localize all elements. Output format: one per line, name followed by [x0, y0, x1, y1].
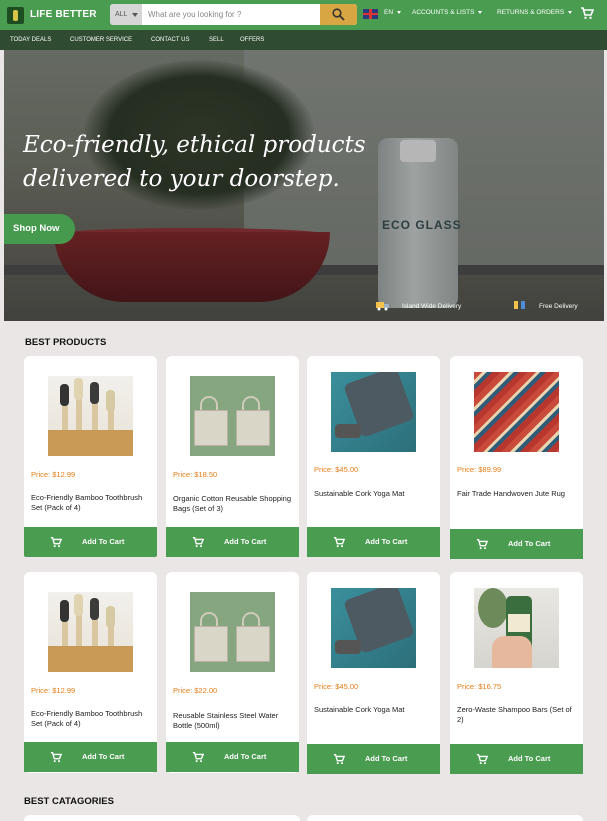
add-to-cart-label: Add To Cart [82, 752, 125, 761]
product-name[interactable]: Eco-Friendly Bamboo Toothbrush Set (Pack… [31, 709, 149, 729]
cart-icon [333, 537, 345, 548]
cart-icon[interactable] [580, 6, 594, 20]
top-header: LIFE BETTER ALL EN ACCOUNTS & LISTS RETU… [0, 0, 607, 30]
search-bar: ALL [110, 4, 357, 25]
brand-name[interactable]: LIFE BETTER [30, 9, 97, 20]
best-categories-title: BEST CATAGORIES [24, 796, 114, 807]
chevron-down-icon [397, 10, 402, 14]
product-card[interactable]: Price: $89.99 Fair Trade Handwoven Jute … [450, 356, 583, 559]
cart-icon [192, 537, 204, 548]
product-price: Price: $18.50 [173, 470, 218, 479]
cart-icon [192, 752, 204, 763]
add-to-cart-label: Add To Cart [82, 537, 125, 546]
language-label: EN [384, 9, 394, 16]
cart-icon [333, 754, 345, 765]
accounts-label: ACCOUNTS & LISTS [412, 9, 475, 16]
add-to-cart-label: Add To Cart [508, 754, 551, 763]
returns-label: RETURNS & ORDERS [497, 9, 565, 16]
yoga-mat-image [331, 588, 416, 668]
brand-logo[interactable] [7, 7, 24, 24]
add-to-cart-label: Add To Cart [224, 537, 267, 546]
search-category-select[interactable]: ALL [110, 4, 142, 25]
bamboo-toothbrushes-image [48, 376, 133, 456]
cart-icon [476, 754, 488, 765]
feature-free-delivery: Free Delivery [539, 303, 578, 310]
product-name[interactable]: Zero-Waste Shampoo Bars (Set of 2) [457, 705, 575, 725]
product-price: Price: $12.99 [31, 470, 76, 479]
flag-icon[interactable] [363, 9, 378, 19]
product-card[interactable]: Price: $22.00 Reusable Stainless Steel W… [166, 572, 299, 773]
shop-now-button[interactable]: Shop Now [4, 214, 75, 244]
product-name[interactable]: Eco-Friendly Bamboo Toothbrush Set (Pack… [31, 493, 149, 513]
product-card[interactable]: Price: $16.75 Zero-Waste Shampoo Bars (S… [450, 572, 583, 774]
search-icon [332, 8, 345, 21]
yoga-mat-image [331, 372, 416, 452]
hero-headline-line1: Eco-friendly, ethical products [23, 132, 366, 158]
delivery-truck-icon [376, 302, 389, 311]
add-to-cart-button[interactable]: Add To Cart [307, 527, 440, 557]
product-name[interactable]: Sustainable Cork Yoga Mat [314, 489, 432, 499]
product-price: Price: $89.99 [457, 465, 502, 474]
best-products-title: BEST PRODUCTS [25, 337, 107, 348]
product-card[interactable]: Price: $45.00 Sustainable Cork Yoga Mat … [307, 572, 440, 774]
product-price: Price: $22.00 [173, 686, 218, 695]
add-to-cart-label: Add To Cart [365, 754, 408, 763]
product-card[interactable]: Price: $45.00 Sustainable Cork Yoga Mat … [307, 356, 440, 557]
chevron-down-icon [568, 10, 573, 14]
add-to-cart-button[interactable]: Add To Cart [450, 744, 583, 774]
cart-icon [476, 539, 488, 550]
nav-offers[interactable]: OFFERS [240, 37, 264, 43]
secondary-nav: TODAY DEALS CUSTOMER SERVICE CONTACT US … [0, 30, 607, 50]
cart-icon [50, 752, 62, 763]
product-name[interactable]: Organic Cotton Reusable Shopping Bags (S… [173, 494, 291, 514]
product-name[interactable]: Reusable Stainless Steel Water Bottle (5… [173, 711, 291, 731]
nav-sell[interactable]: SELL [209, 37, 224, 43]
add-to-cart-button[interactable]: Add To Cart [166, 527, 299, 557]
product-price: Price: $45.00 [314, 682, 359, 691]
jute-rug-image [474, 372, 559, 452]
language-select[interactable]: EN [384, 9, 402, 16]
category-card[interactable] [24, 815, 300, 821]
add-to-cart-button[interactable]: Add To Cart [450, 529, 583, 559]
free-delivery-icon [514, 301, 525, 309]
search-input[interactable] [144, 4, 320, 25]
nav-customer-service[interactable]: CUSTOMER SERVICE [70, 37, 132, 43]
nav-today-deals[interactable]: TODAY DEALS [10, 37, 51, 43]
hero-headline: Eco-friendly, ethical products delivered… [23, 128, 403, 196]
product-name[interactable]: Fair Trade Handwoven Jute Rug [457, 489, 575, 499]
search-button[interactable] [320, 4, 357, 25]
product-price: Price: $45.00 [314, 465, 359, 474]
product-price: Price: $12.99 [31, 686, 76, 695]
chevron-down-icon [478, 10, 483, 14]
returns-menu[interactable]: RETURNS & ORDERS [497, 9, 573, 16]
nav-contact-us[interactable]: CONTACT US [151, 37, 189, 43]
bamboo-toothbrushes-image [48, 592, 133, 672]
product-card[interactable]: Price: $18.50 Organic Cotton Reusable Sh… [166, 356, 299, 557]
add-to-cart-button[interactable]: Add To Cart [24, 527, 157, 557]
product-name[interactable]: Sustainable Cork Yoga Mat [314, 705, 432, 715]
cotton-bags-image [190, 376, 275, 456]
add-to-cart-label: Add To Cart [365, 537, 408, 546]
hero-banner: ECO GLASS Eco-friendly, ethical products… [4, 50, 604, 321]
add-to-cart-button[interactable]: Add To Cart [166, 742, 299, 772]
product-card[interactable]: Price: $12.99 Eco-Friendly Bamboo Toothb… [24, 356, 157, 557]
cart-icon [50, 537, 62, 548]
cotton-bags-image [190, 592, 275, 672]
add-to-cart-label: Add To Cart [508, 539, 551, 548]
product-card[interactable]: Price: $12.99 Eco-Friendly Bamboo Toothb… [24, 572, 157, 773]
product-price: Price: $16.75 [457, 682, 502, 691]
shampoo-bottle-image [474, 588, 559, 668]
feature-island-delivery: Island Wide Delivery [402, 303, 462, 310]
add-to-cart-button[interactable]: Add To Cart [307, 744, 440, 774]
category-card[interactable] [307, 815, 583, 821]
add-to-cart-button[interactable]: Add To Cart [24, 742, 157, 772]
hero-headline-line2: delivered to your doorstep. [23, 166, 340, 192]
accounts-menu[interactable]: ACCOUNTS & LISTS [412, 9, 483, 16]
add-to-cart-label: Add To Cart [224, 752, 267, 761]
